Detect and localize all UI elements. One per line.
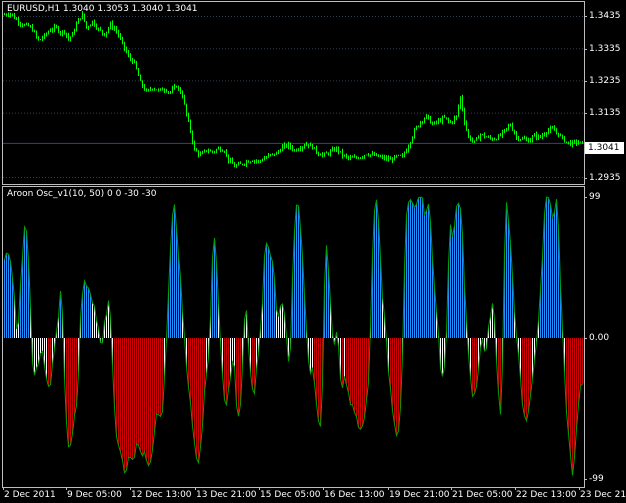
time-axis-label: 21 Dec 05:00 [452,490,513,500]
time-axis-label: 19 Dec 21:00 [389,490,450,500]
price-axis-label: 1.2935 [589,172,621,183]
aroon-oscillator-pane[interactable]: Aroon Osc_v1(10, 50) 0 0 -30 -30 [2,186,585,488]
oscillator-axis-tick [584,479,587,480]
time-axis-label: 22 Dec 13:00 [516,490,577,500]
time-axis-label: 23 Dec 21:00 [580,490,626,500]
price-axis-tick [584,48,587,50]
price-axis-label: 1.3335 [589,43,621,54]
price-pane-title: EURUSD,H1 1.3040 1.3053 1.3040 1.3041 [7,4,198,14]
price-candlestick-chart[interactable] [3,2,584,184]
time-axis-label: 13 Dec 21:00 [196,490,257,500]
price-axis-tick [584,113,587,115]
price-axis-tick [584,177,587,179]
oscillator-axis[interactable]: 99 0.00 -99 [584,186,626,488]
price-axis-tick [584,16,587,18]
time-axis-label: 9 Dec 05:00 [67,490,122,500]
oscillator-axis-label: -99 [589,474,604,484]
time-axis-label: 16 Dec 13:00 [324,490,385,500]
price-chart-pane[interactable]: EURUSD,H1 1.3040 1.3053 1.3040 1.3041 [2,1,585,185]
time-axis[interactable]: 2 Dec 2011 9 Dec 05:00 12 Dec 13:00 13 Dec … [0,487,626,503]
price-axis-label: 1.3135 [589,108,621,119]
oscillator-axis-label: 99 [589,192,601,202]
price-axis-label: 1.3235 [589,75,621,86]
oscillator-pane-title: Aroon Osc_v1(10, 50) 0 0 -30 -30 [7,189,157,199]
price-axis[interactable]: 1.3041 1.3435 1.3335 1.3235 1.3135 1.2935 [584,1,626,185]
price-axis-tick [584,80,587,82]
oscillator-axis-label: 0.00 [589,333,610,343]
aroon-histogram-chart[interactable] [3,187,584,487]
time-axis-label: 15 Dec 05:00 [260,490,321,500]
aroon-outline [4,196,583,476]
price-axis-label: 1.3435 [589,11,621,22]
time-axis-label: 2 Dec 2011 [4,490,56,500]
oscillator-axis-tick [584,197,587,198]
chart-window[interactable]: EURUSD,H1 1.3040 1.3053 1.3040 1.3041 1.… [0,0,626,503]
oscillator-axis-tick [584,338,587,339]
current-price-tag: 1.3041 [585,142,624,154]
time-axis-label: 12 Dec 13:00 [131,490,192,500]
